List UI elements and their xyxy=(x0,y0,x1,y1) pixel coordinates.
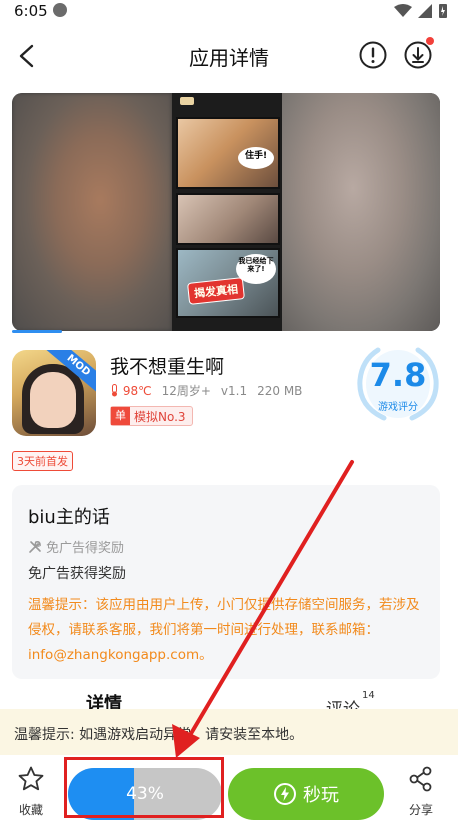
notification-dot-icon xyxy=(53,3,67,17)
app-name: 我不想重生啊 xyxy=(110,356,225,378)
score-label: 游戏评分 xyxy=(378,402,418,413)
uploader-note-card: biu主的话 免广告得奖励 免广告获得奖励 温馨提示：该应用由用户上传，小门仅提… xyxy=(12,485,440,679)
app-icon: MOD xyxy=(12,350,96,436)
feature-description: 免广告获得奖励 xyxy=(28,566,126,582)
app-size: 220 MB xyxy=(257,383,303,398)
gallery-scroll-indicator xyxy=(12,330,62,333)
annotation-highlight-box xyxy=(64,757,224,818)
tools-icon xyxy=(29,540,41,553)
score-badge: 7.8 游戏评分 xyxy=(354,340,442,426)
feature-row: 免广告得奖励 xyxy=(28,537,124,556)
share-button[interactable]: 分享 xyxy=(400,765,442,818)
gallery-screenshot-center[interactable]: 住手! 我已经给下来了! 揭发真相 xyxy=(172,93,282,331)
comic-banner: 揭发真相 xyxy=(187,277,245,305)
comic-panel xyxy=(176,193,280,245)
install-tip-bar: 温馨提示: 如遇游戏启动异常，请安装至本地。 xyxy=(0,709,458,755)
battery-icon xyxy=(439,4,447,18)
copyright-notice: 温馨提示：该应用由用户上传，小门仅提供存储空间服务，若涉及侵权，请联系客服，我们… xyxy=(28,597,420,663)
app-temperature: 98℃ xyxy=(122,383,152,398)
share-icon xyxy=(409,766,432,792)
status-time: 6:05 xyxy=(14,2,48,20)
instant-play-label: 秒玩 xyxy=(303,785,339,806)
comic-panel: 住手! xyxy=(176,117,280,189)
app-version: v1.1 xyxy=(220,383,248,398)
signal-icon xyxy=(418,4,432,18)
status-icons xyxy=(394,3,448,19)
exclamation-circle-icon xyxy=(359,41,387,69)
card-title: biu主的话 xyxy=(28,507,110,528)
lightning-circle-icon xyxy=(274,783,296,805)
thermometer-icon xyxy=(112,383,117,396)
comments-count: 14 xyxy=(362,690,375,701)
first-release-tag: 3天前首发 xyxy=(12,451,73,471)
app-icon-face xyxy=(30,372,76,428)
gallery-screenshot-right[interactable] xyxy=(282,93,440,331)
app-meta-row: 98℃ 12周岁+ v1.1 220 MB xyxy=(110,382,302,399)
score-value: 7.8 xyxy=(369,356,427,394)
header: 应用详情 xyxy=(0,30,458,82)
comic-speech-bubble: 住手! xyxy=(238,147,274,169)
rank-text: 模拟No.3 xyxy=(134,409,186,424)
report-button[interactable] xyxy=(358,40,388,70)
share-label: 分享 xyxy=(408,803,433,817)
status-bar: 6:05 xyxy=(0,0,458,24)
rank-badge: 单 xyxy=(111,407,130,425)
app-heat: 98℃ xyxy=(110,383,152,398)
app-age-rating: 12周岁+ xyxy=(161,384,211,398)
instant-play-button[interactable]: 秒玩 xyxy=(228,768,384,820)
rank-tag[interactable]: 单 模拟No.3 xyxy=(110,406,193,426)
wifi-icon xyxy=(394,4,412,17)
install-tip-text: 温馨提示: 如遇游戏启动异常，请安装至本地。 xyxy=(14,727,304,743)
screenshot-gallery[interactable]: 住手! 我已经给下来了! 揭发真相 xyxy=(12,93,440,331)
page-title: 应用详情 xyxy=(189,46,269,70)
comic-panel: 我已经给下来了! 揭发真相 xyxy=(176,248,280,318)
feature-label: 免广告得奖励 xyxy=(46,541,125,556)
favorite-label: 收藏 xyxy=(18,803,43,817)
star-icon xyxy=(18,766,44,791)
gallery-screenshot-left[interactable] xyxy=(12,93,172,331)
download-manager-button[interactable] xyxy=(403,37,434,70)
download-badge-dot xyxy=(426,37,434,45)
comic-back-icon xyxy=(180,97,194,105)
favorite-button[interactable]: 收藏 xyxy=(10,765,52,818)
